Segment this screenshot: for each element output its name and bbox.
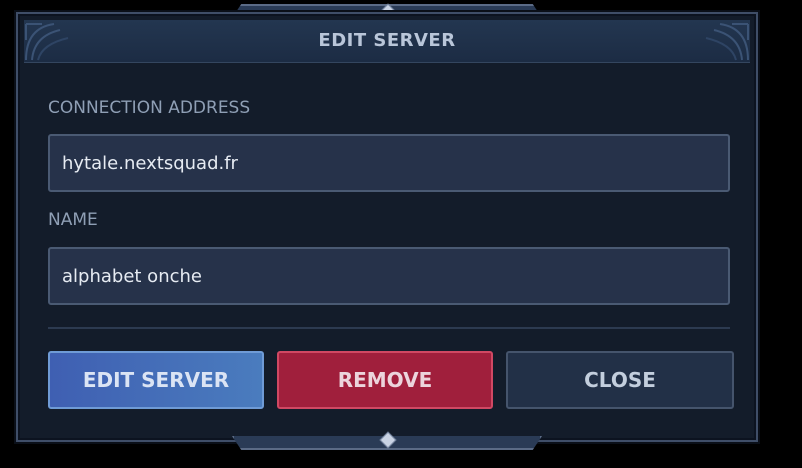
dialog-title: EDIT SERVER <box>318 30 456 51</box>
screen: EDIT SERVER CONNECTION ADDRESS NAME EDIT… <box>0 0 802 468</box>
remove-button[interactable]: REMOVE <box>277 351 493 409</box>
divider <box>48 327 730 329</box>
connection-address-label: CONNECTION ADDRESS <box>48 98 251 118</box>
close-button[interactable]: CLOSE <box>506 351 734 409</box>
edit-server-dialog: EDIT SERVER CONNECTION ADDRESS NAME EDIT… <box>16 12 758 442</box>
edit-server-button[interactable]: EDIT SERVER <box>48 351 264 409</box>
name-input[interactable] <box>48 247 730 305</box>
dialog-title-bar: EDIT SERVER <box>24 20 750 63</box>
name-label: NAME <box>48 210 98 230</box>
corner-ornament-icon <box>705 23 749 61</box>
connection-address-input[interactable] <box>48 134 730 192</box>
